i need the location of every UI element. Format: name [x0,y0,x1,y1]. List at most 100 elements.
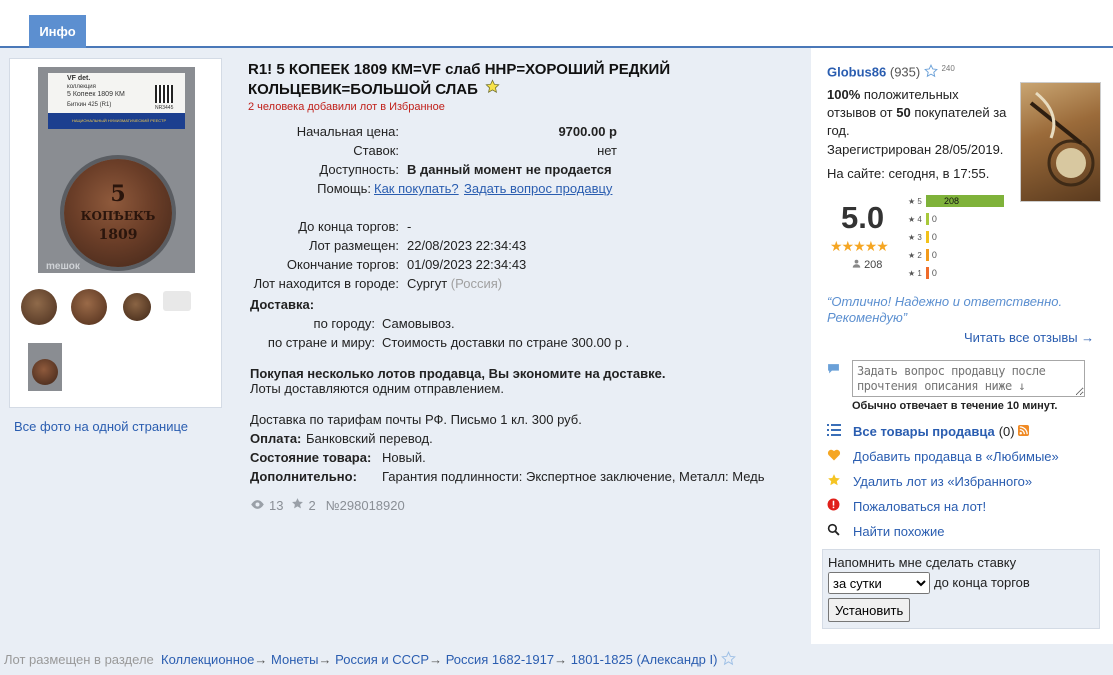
list-icon [827,423,853,439]
reminder-title: Напомнить мне сделать ставку [828,555,1017,570]
ask-seller-link[interactable]: Задать вопрос продавцу [464,181,612,196]
breadcrumb: Лот размещен в разделе Коллекционное→ Мо… [4,651,736,667]
lot-stats: 13 2 №298018920 [250,497,405,513]
footer: Лот размещен в разделе Коллекционное→ Мо… [0,644,1113,675]
availability-label: Доступность: [319,162,399,177]
set-reminder-button[interactable]: Установить [828,598,910,622]
add-fav-action[interactable]: Добавить продавца в «Любимые» [827,447,1059,465]
alert-icon [827,498,853,514]
views-count: 13 [269,497,284,513]
bar-count: 0 [931,250,937,260]
thumbnail[interactable] [20,285,58,331]
all-goods-link[interactable]: Все товары продавца [853,424,995,439]
positive-text: покупателей за [910,105,1007,120]
city-label: Лот находится в городе: [253,276,399,291]
complain-action[interactable]: Пожаловаться на лот! [827,497,986,515]
rating-bar-row: ★ 3 0 [908,231,937,243]
similar-link[interactable]: Найти похожие [853,524,944,539]
slab-code: NR3445 [155,105,174,111]
slab-brand-band: НАЦИОНАЛЬНЫЙ НУМИЗМАТИЧЕСКИЙ РЕЕСТР [48,113,185,129]
favorite-star-icon[interactable] [485,79,500,99]
bar-star-label: ★ 4 [908,214,922,224]
delivery-city-value: Самовывоз. [382,316,455,331]
remove-fav-link[interactable]: Удалить лот из «Избранного» [853,474,1032,489]
tab-bar: Инфо [0,0,1113,48]
all-reviews-link[interactable]: Читать все отзывы → [964,330,1094,345]
main-photo[interactable]: VF det. коллекция 5 Копеек 1809 КМ Битки… [38,67,195,273]
star-icon [291,497,304,513]
seller-registered: Зарегистрирован 28/05/2019. [827,142,1004,157]
rating-bar [925,267,929,279]
add-fav-link[interactable]: Добавить продавца в «Любимые» [853,449,1059,464]
seller-name-link[interactable]: Globus86 [827,64,886,79]
slab-line: коллекция [67,84,96,90]
all-photos-link[interactable]: Все фото на одной странице [14,419,188,434]
seller-avatar[interactable] [1020,82,1101,202]
slab-brand: НАЦИОНАЛЬНЫЙ НУМИЗМАТИЧЕСКИЙ РЕЕСТР [72,118,167,123]
remove-fav-action[interactable]: Удалить лот из «Избранного» [827,472,1032,490]
rss-icon[interactable] [1017,424,1029,439]
bar-count: 0 [931,232,937,242]
bid-reminder: Напомнить мне сделать ставку за сутки до… [822,549,1100,629]
star-outline-icon[interactable] [721,651,736,667]
start-price: 9700.00 р [558,124,617,139]
positive-text: год. [827,123,850,138]
positive-pct: 100% [827,87,861,102]
bar-star-label: ★ 3 [908,232,922,242]
rating-bar-row: ★ 1 0 [908,267,937,279]
ends-in-value: - [407,219,412,234]
availability-value: В данный момент не продается [407,162,612,177]
rating-bar-row: ★ 2 0 [908,249,937,261]
complain-link[interactable]: Пожаловаться на лот! [853,499,986,514]
how-to-buy-link[interactable]: Как покупать? [374,181,459,196]
question-input[interactable] [852,360,1085,397]
condition-value: Новый. [382,450,426,465]
thumbnail[interactable] [28,343,62,391]
end-label: Окончание торгов: [286,257,399,272]
user-icon [852,259,864,271]
lot-main-panel: VF det. коллекция 5 Копеек 1809 КМ Битки… [0,48,811,644]
lot-number: №298018920 [325,497,405,513]
multi-lot-subnote: Лоты доставляются одним отправлением. [250,381,504,396]
breadcrumb-item[interactable]: 1801-1825 (Александр I) [571,652,718,667]
seller-online: На сайте: сегодня, в 17:55. [827,166,990,181]
extra-value: Гарантия подлинности: Экспертное заключе… [382,469,765,484]
bar-star-label: ★ 2 [908,250,922,260]
seller-count: (935) [889,64,921,80]
rating-bar [925,213,929,225]
country-name: (Россия) [450,276,503,291]
delivery-city-label: по городу: [313,316,375,331]
placed-label: Лот размещен: [308,238,399,253]
slab-line: Биткин 425 (R1) [67,102,112,108]
payment-value: Банковский перевод. [306,431,433,446]
rating-bar [925,231,929,243]
breadcrumb-item[interactable]: Россия 1682-1917 [446,652,554,667]
rating-bar [925,249,929,261]
photo-gallery: VF det. коллекция 5 Копеек 1809 КМ Битки… [9,58,222,408]
breadcrumb-item[interactable]: Монеты [271,652,318,667]
thumbnail[interactable] [159,285,197,331]
chat-bubble-icon [827,362,840,377]
thumbnail[interactable] [119,285,157,331]
similar-action[interactable]: Найти похожие [827,522,944,540]
favs-count: 2 [308,497,316,513]
qr-code-icon [155,85,173,103]
star-icon [827,473,853,490]
multi-lot-note: Покупая несколько лотов продавца, Вы эко… [250,366,666,381]
end-value: 01/09/2023 22:34:43 [407,257,527,272]
thumbnail[interactable] [70,285,108,331]
all-goods-action[interactable]: Все товары продавца (0) [827,422,1029,440]
eye-icon [250,498,265,513]
shipping-note: Доставка по тарифам почты РФ. Письмо 1 к… [250,412,582,427]
review-quote: “Отлично! Надежно и ответственно. Рекоме… [827,294,1063,325]
delivery-country-label: по стране и миру: [267,335,375,350]
breadcrumb-item[interactable]: Россия и СССР [335,652,429,667]
tab-info[interactable]: Инфо [29,15,86,48]
positive-text: отзывов от [827,105,897,120]
seller-rating: 5.0 [841,200,885,235]
reminder-period-select[interactable]: за сутки [828,572,930,594]
seller-star-count: 240 [941,64,955,73]
seller-panel: Globus86 (935) 240 100% положительных от… [811,48,1113,644]
breadcrumb-item[interactable]: Коллекционное [161,652,254,667]
star-outline-icon[interactable] [923,64,942,79]
